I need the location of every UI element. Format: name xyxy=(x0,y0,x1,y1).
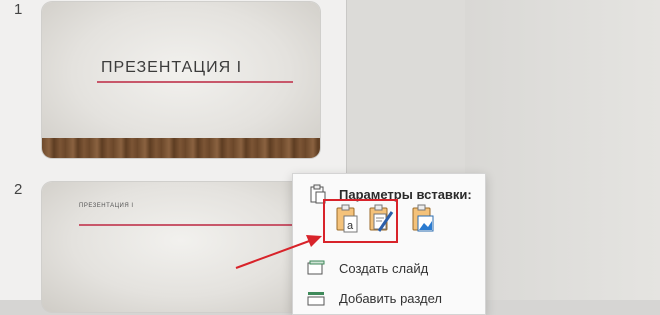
annotation-arrow xyxy=(235,235,322,269)
